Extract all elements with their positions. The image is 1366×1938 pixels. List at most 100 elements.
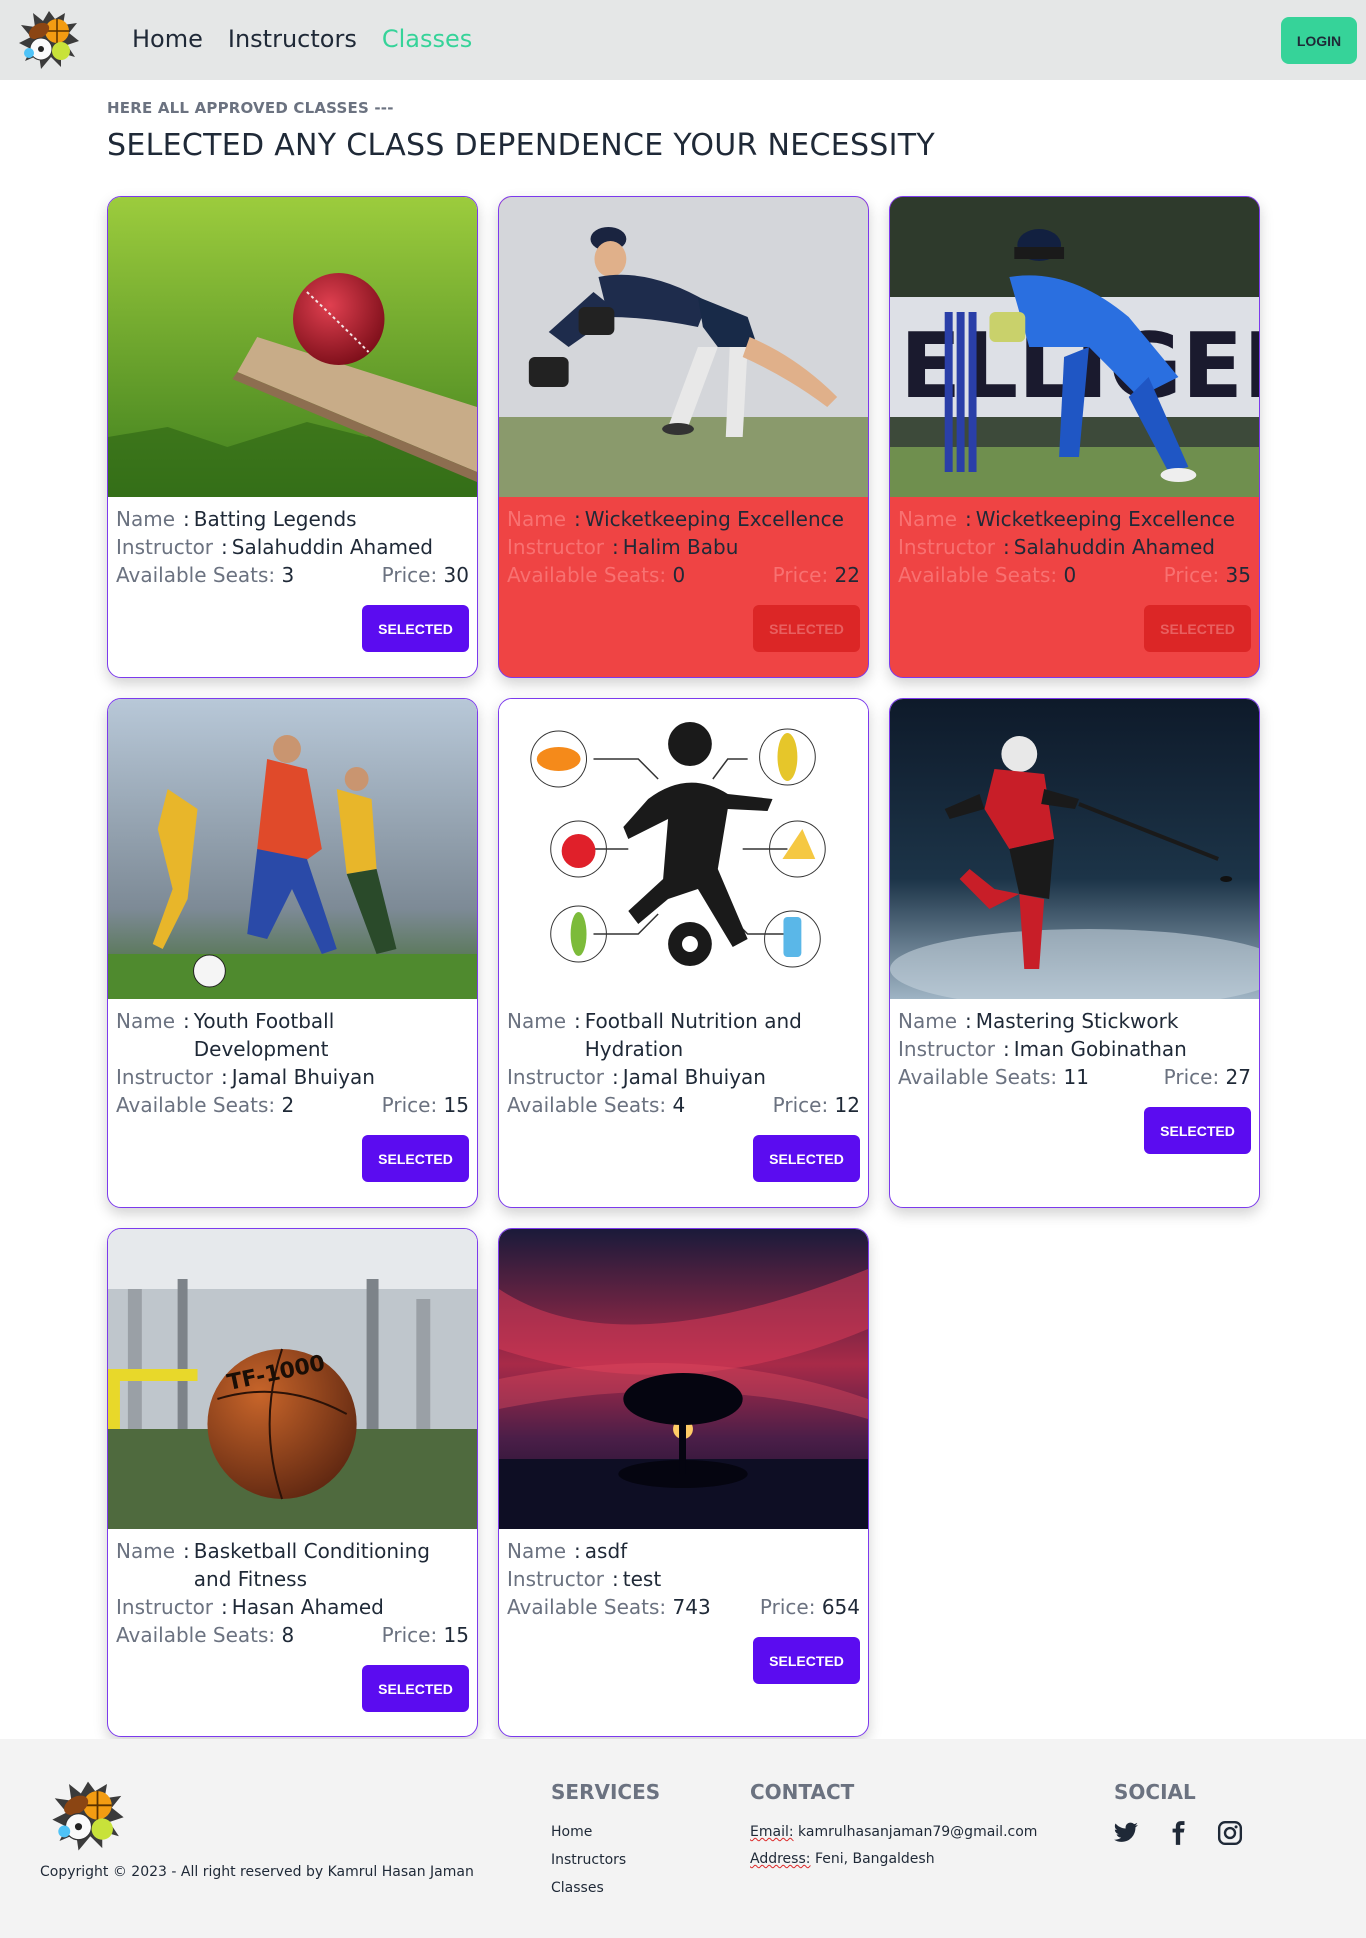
name-label: Name (116, 1009, 176, 1033)
class-card: Name: Youth Football Development Instruct… (107, 698, 478, 1208)
select-class-button[interactable]: SELECTED (753, 1637, 860, 1684)
seats-label: Available Seats: (116, 1623, 276, 1647)
class-image (499, 197, 868, 497)
select-class-button[interactable]: SELECTED (362, 605, 469, 652)
instructor-label: Instructor (898, 1037, 996, 1061)
instructor-label: Instructor (116, 1595, 214, 1619)
seats-label: Available Seats: (507, 1595, 667, 1619)
select-class-button-disabled: SELECTED (753, 605, 860, 652)
price-label: Price: (381, 1623, 438, 1647)
class-image (499, 1229, 868, 1529)
footer-link-classes[interactable]: Classes (551, 1880, 604, 1896)
instructor-name: Jamal Bhuiyan (622, 1065, 766, 1089)
price-value: 35 (1225, 563, 1251, 587)
nav-home[interactable]: Home (132, 23, 203, 55)
class-card: Name: Mastering Stickwork Instructor: Iman… (889, 698, 1260, 1208)
price-label: Price: (1163, 563, 1220, 587)
price-label: Price: (1163, 1065, 1220, 1089)
select-class-button[interactable]: SELECTED (362, 1665, 469, 1712)
select-class-button[interactable]: SELECTED (362, 1135, 469, 1182)
price-value: 15 (443, 1623, 469, 1647)
instructor-label: Instructor (507, 535, 605, 559)
instagram-icon[interactable] (1217, 1820, 1243, 1846)
price-value: 654 (821, 1595, 860, 1619)
navbar: Home Instructors Classes LOGIN (0, 0, 1366, 80)
seats-label: Available Seats: (898, 1065, 1058, 1089)
price-label: Price: (772, 1093, 829, 1117)
seats-value: 743 (672, 1595, 711, 1619)
seats-value: 0 (1063, 563, 1077, 587)
instructor-name: test (622, 1567, 662, 1591)
instructor-label: Instructor (898, 535, 996, 559)
select-class-button[interactable]: SELECTED (753, 1135, 860, 1182)
instructor-name: Salahuddin Ahamed (1013, 535, 1215, 559)
services-title: SERVICES (551, 1780, 661, 1804)
instructor-name: Halim Babu (622, 535, 739, 559)
contact-address: Address: Feni, Bangaldesh (750, 1851, 935, 1867)
name-label: Name (898, 507, 958, 531)
sports-logo-icon[interactable] (50, 1779, 126, 1853)
name-label: Name (116, 1539, 176, 1563)
instructor-label: Instructor (116, 535, 214, 559)
seats-label: Available Seats: (898, 563, 1058, 587)
class-image (499, 699, 868, 999)
seats-label: Available Seats: (116, 1093, 276, 1117)
nav-instructors[interactable]: Instructors (228, 23, 357, 55)
instructor-name: Jamal Bhuiyan (231, 1065, 375, 1089)
instructor-name: Hasan Ahamed (231, 1595, 384, 1619)
instructor-label: Instructor (507, 1567, 605, 1591)
price-label: Price: (381, 563, 438, 587)
login-button[interactable]: LOGIN (1281, 17, 1357, 64)
seats-value: 0 (672, 563, 686, 587)
sports-logo-icon[interactable] (17, 9, 81, 71)
seats-label: Available Seats: (507, 1093, 667, 1117)
class-image: TF-1000 (108, 1229, 477, 1529)
email-label: Email: (750, 1824, 794, 1840)
seats-value: 2 (281, 1093, 295, 1117)
class-name: Youth Football Development (193, 1009, 335, 1061)
footer-link-home[interactable]: Home (551, 1824, 592, 1840)
email-value: kamrulhasanjaman79@gmail.com (798, 1824, 1038, 1840)
name-label: Name (507, 507, 567, 531)
social-title: SOCIAL (1114, 1780, 1196, 1804)
twitter-icon[interactable] (1113, 1820, 1139, 1846)
class-name: Wicketkeeping Excellence (975, 507, 1235, 531)
page-subheading: HERE ALL APPROVED CLASSES --- (107, 99, 394, 117)
price-value: 22 (834, 563, 860, 587)
name-label: Name (507, 1009, 567, 1033)
select-class-button[interactable]: SELECTED (1144, 1107, 1251, 1154)
class-card: Name: Wicketkeeping Excellence Instructor… (498, 196, 869, 678)
class-name: asdf (584, 1539, 628, 1563)
nav-links: Home Instructors Classes (132, 23, 497, 55)
instructor-name: Salahuddin Ahamed (231, 535, 433, 559)
class-image: ELLIGEN (890, 197, 1259, 497)
address-value: Feni, Bangaldesh (814, 1851, 935, 1867)
page-title: SELECTED ANY CLASS DEPENDENCE YOUR NECES… (107, 128, 936, 163)
seats-value: 4 (672, 1093, 686, 1117)
price-value: 27 (1225, 1065, 1251, 1089)
footer-link-instructors[interactable]: Instructors (551, 1852, 626, 1868)
contact-email: Email: kamrulhasanjaman79@gmail.com (750, 1824, 1037, 1840)
price-label: Price: (772, 563, 829, 587)
class-card: ELLIGEN Name:Wicketkeeping Excellence In… (889, 196, 1260, 678)
price-label: Price: (759, 1595, 816, 1619)
name-label: Name (898, 1009, 958, 1033)
class-name: Wicketkeeping Excellence (584, 507, 844, 531)
price-value: 12 (834, 1093, 860, 1117)
seats-label: Available Seats: (116, 563, 276, 587)
class-image (108, 197, 477, 497)
class-card: Name: Batting Legends Instructor: Salahudd… (107, 196, 478, 678)
price-value: 30 (443, 563, 469, 587)
nav-classes[interactable]: Classes (382, 23, 472, 55)
copyright-text: Copyright © 2023 - All right reserved by… (40, 1864, 474, 1880)
name-label: Name (507, 1539, 567, 1563)
name-label: Name (116, 507, 176, 531)
address-label: Address: (750, 1851, 811, 1867)
facebook-icon[interactable] (1165, 1820, 1191, 1846)
instructor-label: Instructor (507, 1065, 605, 1089)
select-class-button-disabled: SELECTED (1144, 605, 1251, 652)
seats-value: 8 (281, 1623, 295, 1647)
class-name: Batting Legends (193, 507, 357, 531)
class-image (890, 699, 1259, 999)
price-value: 15 (443, 1093, 469, 1117)
